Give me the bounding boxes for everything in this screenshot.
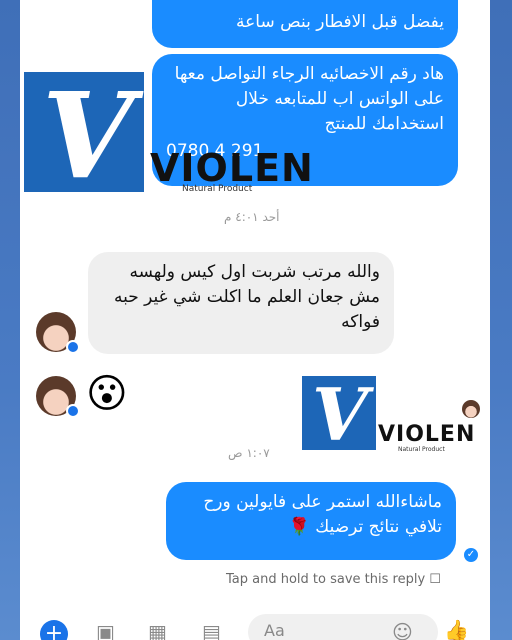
- logo-tagline: Natural Product: [182, 184, 253, 194]
- brand-logo: V VIOLEN Natural Product: [24, 66, 313, 205]
- sticker-icon[interactable]: ▤: [202, 620, 221, 640]
- message-text: ماشاءالله استمر على فايولين ورح تلافي نت…: [203, 492, 442, 537]
- logo-letter: V: [42, 66, 134, 205]
- gallery-icon[interactable]: ▦: [148, 620, 167, 640]
- surprised-emoji-message[interactable]: 😮: [86, 370, 128, 418]
- messenger-badge-icon: [66, 340, 80, 354]
- messenger-badge-icon: [66, 404, 80, 418]
- chat-screen: يفضل قبل الافطار بنص ساعة هاد رقم الاخصا…: [20, 0, 490, 640]
- message-bubble-incoming[interactable]: والله مرتب شربت اول كيس ولهسه مش جعان ال…: [88, 252, 394, 354]
- logo-tagline: Natural Product: [398, 446, 445, 453]
- message-text: يفضل قبل الافطار بنص ساعة: [236, 12, 444, 32]
- timestamp: أحد ٤:٠١ م: [224, 210, 280, 224]
- camera-icon[interactable]: ▣: [96, 620, 115, 640]
- logo-word: VIOLEN: [378, 422, 476, 447]
- message-text: والله مرتب شربت اول كيس ولهسه مش جعان ال…: [113, 262, 380, 332]
- message-bubble-outgoing[interactable]: ماشاءالله استمر على فايولين ورح تلافي نت…: [166, 482, 456, 560]
- logo-letter: V: [312, 372, 368, 457]
- brand-logo-image-message[interactable]: V VIOLEN Natural Product: [302, 372, 474, 457]
- sent-check-icon: ✓: [464, 548, 478, 562]
- timestamp: ١:٠٧ ص: [228, 446, 270, 460]
- emoji-icon[interactable]: ☺: [392, 620, 413, 640]
- read-receipt-avatar: [462, 400, 480, 418]
- plus-icon[interactable]: +: [40, 620, 68, 640]
- message-bubble-outgoing[interactable]: يفضل قبل الافطار بنص ساعة: [152, 0, 458, 48]
- like-icon[interactable]: 👍: [444, 618, 469, 640]
- save-reply-hint[interactable]: Tap and hold to save this reply ☐: [226, 572, 441, 587]
- message-input-placeholder: Aa: [264, 621, 285, 640]
